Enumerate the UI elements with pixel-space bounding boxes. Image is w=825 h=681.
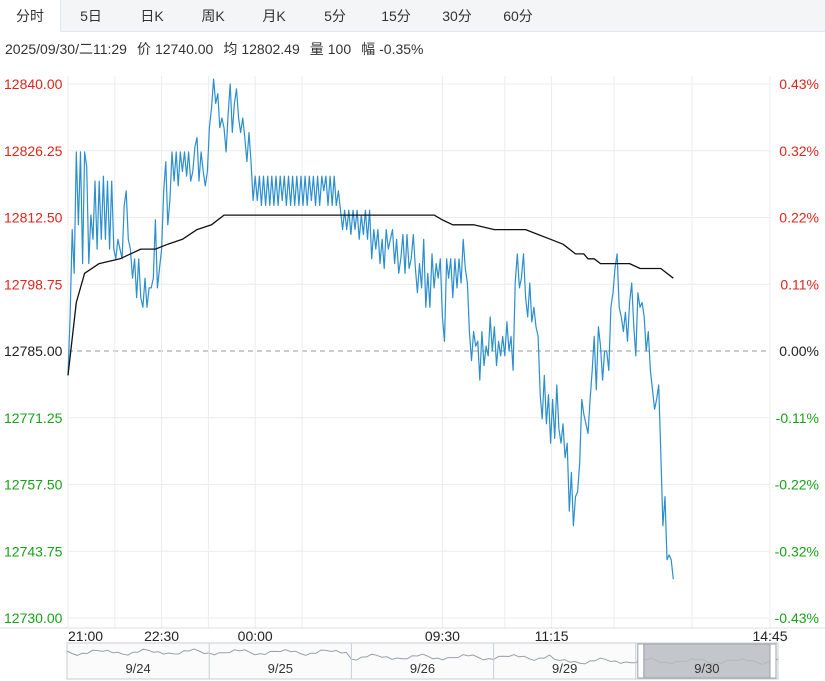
y-tick-pct-label: 0.22% (779, 210, 819, 226)
y-tick-pct-label: -0.32% (775, 543, 819, 559)
y-tick-label: 12840.00 (4, 76, 63, 92)
x-tick-label: 09:30 (425, 628, 460, 644)
navigator-date-label: 9/25 (268, 661, 293, 676)
navigator-right-handle[interactable] (769, 643, 777, 679)
price-line (67, 78, 674, 580)
y-tick-pct-label: -0.43% (775, 610, 819, 626)
y-tick-label: 12757.50 (4, 477, 63, 493)
y-tick-label: 12771.25 (4, 410, 63, 426)
y-tick-pct-label: 0.32% (779, 143, 819, 159)
y-tick-label: 12730.00 (4, 610, 63, 626)
y-tick-pct-label: -0.11% (776, 410, 819, 426)
y-tick-pct-label: 0.00% (779, 343, 819, 359)
navigator-left-handle[interactable] (637, 643, 645, 679)
y-tick-label: 12785.00 (4, 343, 63, 359)
y-tick-label: 12812.50 (4, 210, 63, 226)
x-tick-label: 14:45 (752, 628, 787, 644)
y-tick-label: 12826.25 (4, 143, 63, 159)
navigator-date-label: 9/24 (125, 661, 150, 676)
y-tick-label: 12798.75 (4, 276, 63, 292)
intraday-chart: 12840.00 0.43% 12826.25 0.32% 12812.50 0.22% 1… (0, 76, 825, 680)
x-tick-label: 00:00 (238, 628, 273, 644)
y-tick-label: 12743.75 (4, 543, 63, 559)
y-tick-pct-label: 0.11% (780, 276, 819, 292)
x-tick-label: 11:15 (535, 628, 569, 644)
y-tick-pct-label: 0.43% (779, 76, 819, 92)
x-tick-label: 21:00 (68, 628, 103, 644)
navigator-date-label: 9/29 (552, 661, 577, 676)
x-tick-label: 22:30 (144, 628, 179, 644)
navigator-date-label: 9/30 (694, 661, 719, 676)
navigator-date-label: 9/26 (410, 661, 435, 676)
y-tick-pct-label: -0.22% (775, 477, 819, 493)
